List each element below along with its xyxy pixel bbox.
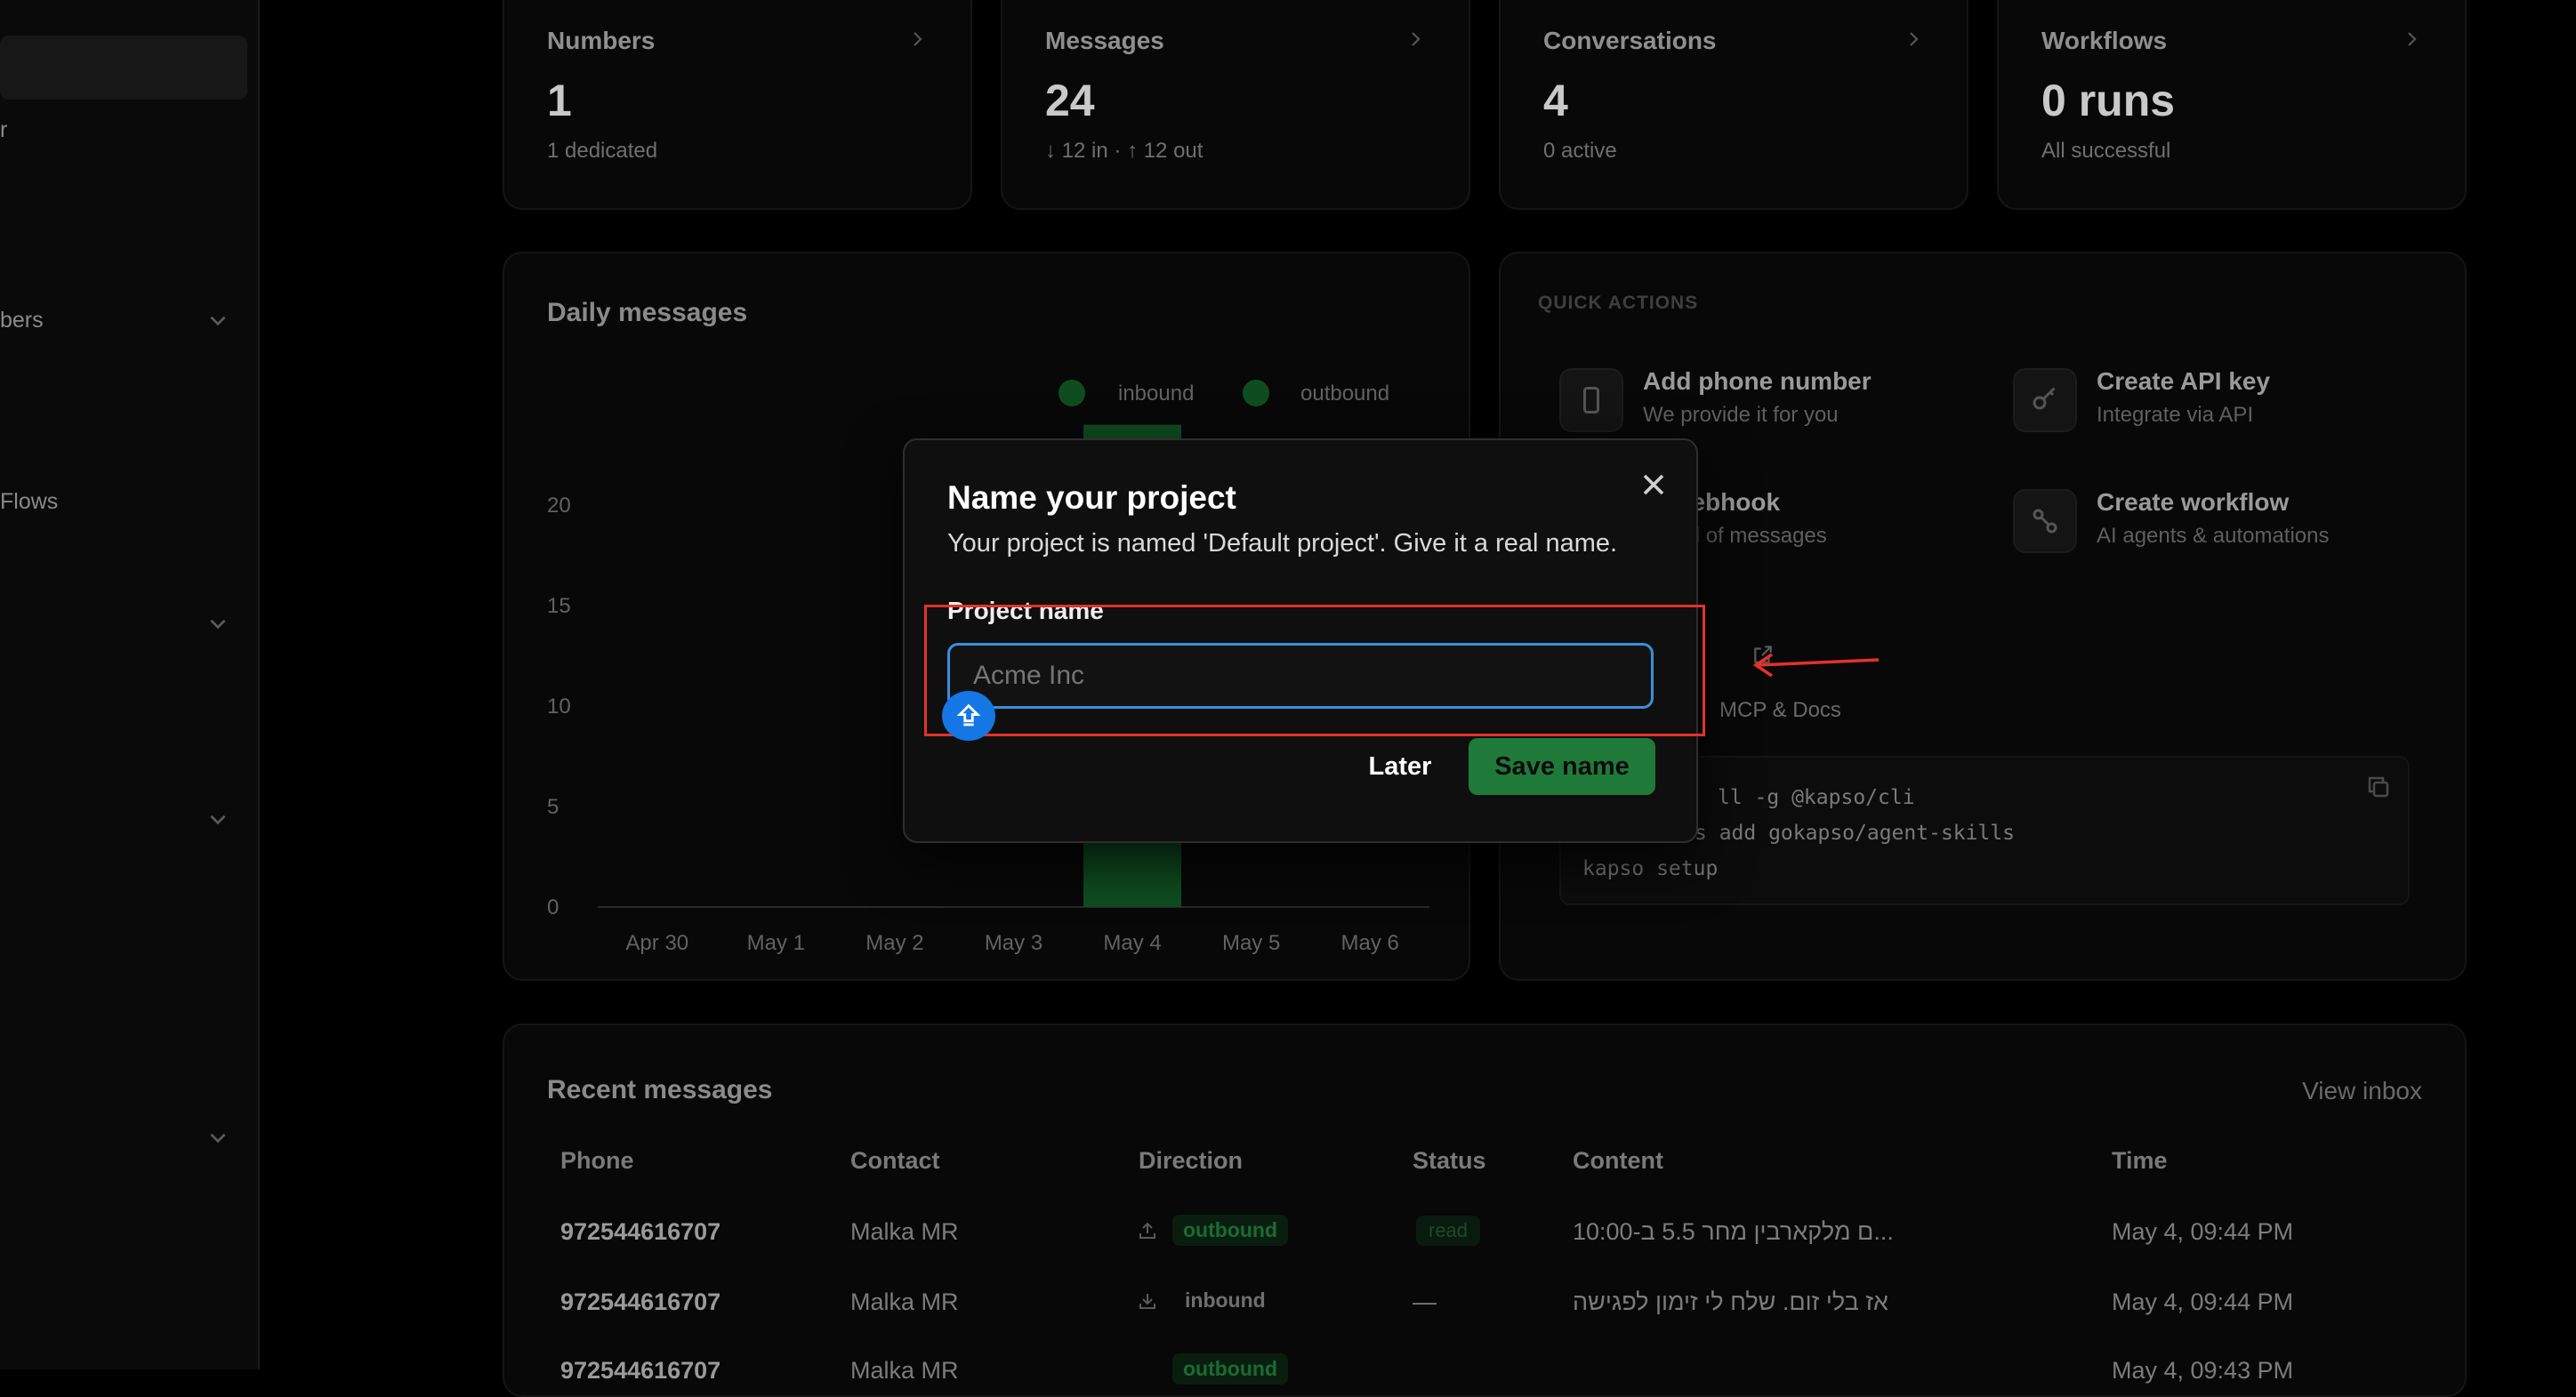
- column-header: Status: [1413, 1147, 1486, 1174]
- close-icon[interactable]: [1636, 467, 1671, 502]
- column-header: Content: [1573, 1147, 1663, 1174]
- stat-card-messages[interactable]: Messages 24 ↓ 12 in · ↑ 12 out: [1001, 0, 1470, 210]
- row-phone[interactable]: 972544616707: [560, 1289, 720, 1316]
- y-tick-label: 0: [547, 895, 559, 919]
- recent-messages-title: Recent messages: [547, 1075, 773, 1104]
- row-time: May 4, 09:44 PM: [2112, 1289, 2294, 1315]
- chevron-down-icon[interactable]: [206, 1126, 229, 1149]
- action-description: We provide it for you: [1643, 403, 1839, 427]
- x-tick-label: Apr 30: [625, 931, 688, 955]
- project-name-input[interactable]: [947, 643, 1654, 709]
- save-name-button[interactable]: Save name: [1469, 738, 1655, 795]
- row-phone[interactable]: 972544616707: [560, 1218, 720, 1246]
- chevron-right-icon: [1412, 32, 1421, 46]
- status-text: —: [1413, 1289, 1437, 1315]
- x-tick-label: May 6: [1341, 931, 1399, 955]
- create-workflow-action[interactable]: Create workflow: [2097, 488, 2289, 517]
- later-button[interactable]: Later: [1349, 738, 1451, 795]
- column-header: Time: [2112, 1147, 2168, 1174]
- column-header: Direction: [1139, 1147, 1244, 1174]
- x-tick-label: May 5: [1222, 931, 1280, 955]
- download-icon: [1139, 1294, 1155, 1309]
- sidebar: r bers Flows: [0, 0, 260, 1369]
- row-contact: Malka MR: [850, 1357, 959, 1384]
- name-project-dialog: Name your project Your project is named …: [903, 438, 1698, 843]
- action-description: Integrate via API: [2097, 403, 2254, 427]
- row-contact: Malka MR: [850, 1289, 959, 1315]
- add-phone-number-action[interactable]: Add phone number: [1643, 367, 1872, 396]
- copy-icon[interactable]: [2365, 774, 2392, 800]
- stat-title: Numbers: [547, 27, 656, 54]
- x-tick-label: May 2: [865, 931, 923, 955]
- stat-value: 24: [1045, 76, 1095, 125]
- chevron-down-icon[interactable]: [206, 612, 229, 635]
- chevron-down-icon[interactable]: [206, 807, 229, 831]
- column-header: Phone: [560, 1147, 634, 1174]
- stat-title: Workflows: [2041, 27, 2168, 54]
- stat-subtext: ↓ 12 in · ↑ 12 out: [1045, 139, 1203, 163]
- stat-title: Conversations: [1543, 27, 1717, 54]
- stat-title: Messages: [1045, 27, 1164, 54]
- dialog-title: Name your project: [947, 479, 1236, 516]
- row-content: 10:00-ם מלקארבין מחר 5.5 ב...: [1573, 1218, 1894, 1245]
- chevron-right-icon: [2408, 32, 2417, 46]
- workflow-icon: [2013, 489, 2077, 553]
- x-tick-label: May 4: [1103, 931, 1161, 955]
- upload-arrow-icon: [956, 703, 981, 727]
- y-tick-label: 10: [547, 694, 571, 719]
- status-badge: read: [1416, 1216, 1481, 1246]
- phone-icon: [1559, 368, 1623, 432]
- y-tick-label: 15: [547, 594, 571, 618]
- x-tick-label: May 3: [985, 931, 1042, 955]
- stat-value: 1: [547, 76, 572, 125]
- action-description: AI agents & automations: [2097, 524, 2330, 548]
- chevron-right-icon: [1910, 32, 1919, 46]
- stat-subtext: 1 dedicated: [547, 139, 658, 163]
- stat-subtext: All successful: [2041, 139, 2171, 163]
- key-icon: [2013, 368, 2077, 432]
- quick-actions-heading: QUICK ACTIONS: [1538, 293, 1699, 313]
- red-arrow-annotation: [1752, 653, 1880, 678]
- y-tick-label: 5: [547, 795, 559, 819]
- stat-card-numbers[interactable]: Numbers 1 1 dedicated: [503, 0, 972, 210]
- sidebar-active-item[interactable]: [0, 36, 247, 100]
- stat-value: 0 runs: [2041, 76, 2176, 125]
- y-tick-label: 20: [547, 494, 571, 518]
- code-line: s add gokapso/agent-skills: [1695, 822, 2016, 845]
- upload-badge[interactable]: [942, 691, 995, 741]
- x-tick-label: May 1: [747, 931, 805, 955]
- dialog-description: Your project is named 'Default project'.…: [947, 529, 1618, 558]
- sidebar-item-flows[interactable]: Flows: [0, 489, 58, 515]
- recent-messages-card: Recent messages View inbox: [503, 1024, 2467, 1397]
- row-contact: Malka MR: [850, 1218, 959, 1245]
- row-time: May 4, 09:44 PM: [2112, 1218, 2294, 1245]
- stat-subtext: 0 active: [1543, 139, 1617, 163]
- stat-value: 4: [1543, 76, 1568, 125]
- direction-badge: inbound: [1185, 1289, 1266, 1312]
- view-inbox-link[interactable]: View inbox: [2302, 1077, 2422, 1105]
- sidebar-item-numbers[interactable]: bers: [0, 308, 44, 333]
- stat-card-conversations[interactable]: Conversations 4 0 active: [1499, 0, 1968, 210]
- chevron-down-icon[interactable]: [206, 309, 229, 332]
- stat-card-workflows[interactable]: Workflows 0 runs All successful: [1997, 0, 2467, 210]
- column-header: Contact: [850, 1147, 940, 1174]
- upload-icon: [1139, 1222, 1155, 1239]
- create-api-key-action[interactable]: Create API key: [2097, 367, 2270, 396]
- code-line: kapso setup: [1582, 857, 1719, 880]
- project-name-label: Project name: [947, 597, 1104, 624]
- code-line: ll -g @kapso/cli: [1718, 786, 1915, 809]
- direction-badge: outbound: [1172, 1215, 1289, 1246]
- chevron-right-icon: [914, 32, 922, 46]
- row-content: אז בלי זום. שלח לי זימון לפגישה: [1573, 1289, 1888, 1315]
- mcp-docs-link[interactable]: MCP & Docs: [1719, 698, 1841, 723]
- row-phone[interactable]: 972544616707: [560, 1357, 720, 1385]
- row-time: May 4, 09:43 PM: [2112, 1357, 2294, 1384]
- sidebar-item-1[interactable]: r: [0, 117, 7, 143]
